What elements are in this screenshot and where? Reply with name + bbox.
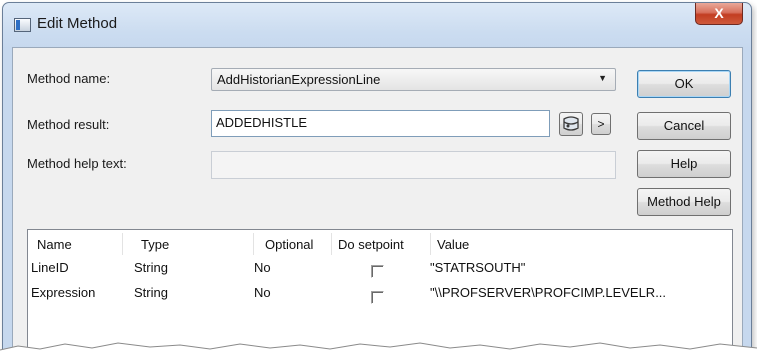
tag-browser-button[interactable] bbox=[559, 112, 583, 136]
column-divider[interactable] bbox=[331, 233, 332, 255]
method-help-button[interactable]: Method Help bbox=[637, 188, 731, 216]
method-result-label: Method result: bbox=[27, 117, 110, 132]
edit-method-dialog: Edit Method X Method name: AddHistorianE… bbox=[2, 2, 752, 356]
window-title: Edit Method bbox=[37, 15, 118, 32]
browse-arrow-button[interactable]: > bbox=[591, 113, 611, 135]
do-setpoint-checkbox[interactable] bbox=[371, 291, 384, 304]
column-header-name[interactable]: Name bbox=[37, 237, 72, 252]
method-name-label: Method name: bbox=[27, 71, 111, 86]
column-header-value[interactable]: Value bbox=[437, 237, 469, 252]
tag-browser-icon bbox=[563, 116, 579, 131]
method-help-text-input[interactable] bbox=[211, 151, 616, 179]
dropdown-arrow-icon[interactable]: ▼ bbox=[598, 73, 607, 83]
app-window-icon bbox=[14, 18, 31, 32]
help-button[interactable]: Help bbox=[637, 150, 731, 178]
row-optional: No bbox=[254, 285, 271, 300]
dialog-body: Method name: AddHistorianExpressionLine … bbox=[12, 47, 743, 355]
row-type: String bbox=[134, 260, 168, 275]
row-name: LineID bbox=[31, 260, 69, 275]
method-result-value: ADDEDHISTLE bbox=[216, 115, 308, 130]
column-header-do-setpoint[interactable]: Do setpoint bbox=[338, 237, 404, 252]
row-type: String bbox=[134, 285, 168, 300]
column-divider[interactable] bbox=[253, 233, 254, 255]
close-button[interactable]: X bbox=[695, 3, 743, 25]
row-value: "STATRSOUTH" bbox=[430, 260, 526, 275]
column-divider[interactable] bbox=[122, 233, 123, 255]
column-header-optional[interactable]: Optional bbox=[265, 237, 313, 252]
row-name: Expression bbox=[31, 285, 96, 300]
method-name-dropdown[interactable]: AddHistorianExpressionLine ▼ bbox=[211, 68, 616, 91]
method-result-input[interactable]: ADDEDHISTLE bbox=[211, 110, 550, 137]
row-optional: No bbox=[254, 260, 271, 275]
method-name-value: AddHistorianExpressionLine bbox=[217, 72, 381, 87]
cancel-button[interactable]: Cancel bbox=[637, 112, 731, 140]
row-value: "\\PROFSERVER\PROFCIMP.LEVELR... bbox=[430, 285, 667, 300]
ok-button[interactable]: OK bbox=[637, 70, 731, 98]
do-setpoint-checkbox[interactable] bbox=[371, 265, 384, 278]
torn-edge bbox=[0, 342, 757, 360]
method-help-text-label: Method help text: bbox=[27, 156, 127, 171]
column-divider[interactable] bbox=[430, 233, 431, 255]
title-bar[interactable]: Edit Method X bbox=[3, 3, 751, 47]
column-header-type[interactable]: Type bbox=[141, 237, 169, 252]
